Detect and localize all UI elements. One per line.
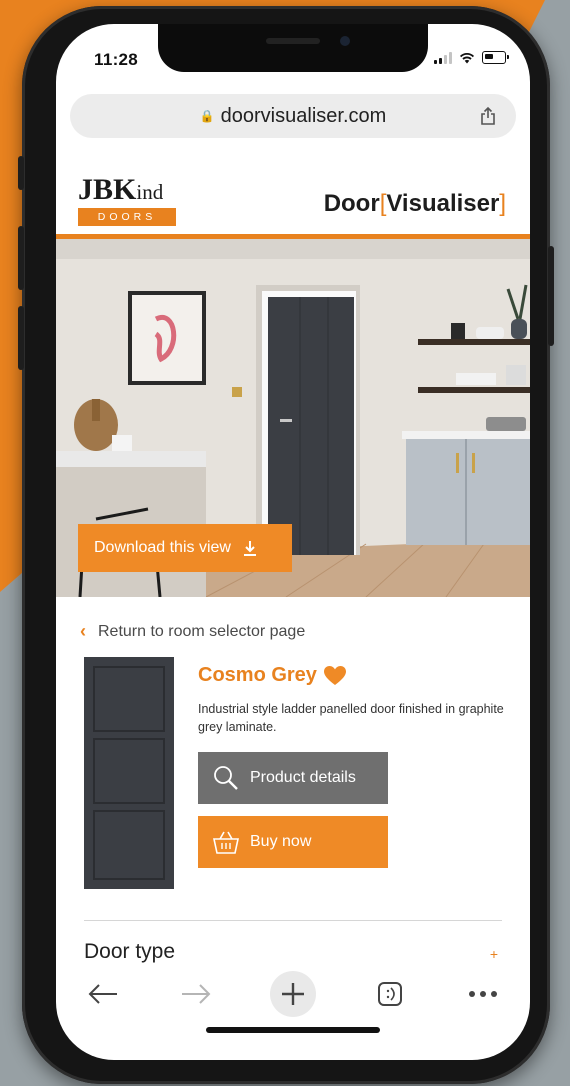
return-to-room-selector-link[interactable]: ‹ Return to room selector page bbox=[80, 621, 305, 642]
url-text: doorvisualiser.com bbox=[220, 104, 387, 127]
status-icons bbox=[434, 51, 509, 64]
share-icon[interactable] bbox=[478, 106, 498, 126]
home-indicator[interactable] bbox=[206, 1027, 380, 1033]
chevron-left-icon: ‹ bbox=[80, 621, 86, 641]
door-type-expand-icon[interactable]: + bbox=[490, 946, 498, 962]
address-bar[interactable]: 🔒 doorvisualiser.com bbox=[70, 94, 516, 138]
mute-switch bbox=[18, 156, 24, 190]
new-tab-plus-icon[interactable] bbox=[269, 971, 316, 1017]
basket-icon bbox=[213, 831, 239, 854]
buy-now-button[interactable]: Buy now bbox=[198, 816, 388, 868]
download-view-label: Download this view bbox=[94, 539, 231, 556]
side-button bbox=[548, 246, 554, 346]
product-description: Industrial style ladder panelled door fi… bbox=[198, 702, 504, 734]
buy-now-label: Buy now bbox=[250, 833, 312, 850]
heart-icon[interactable] bbox=[323, 665, 347, 686]
forward-arrow-icon[interactable] bbox=[176, 974, 216, 1014]
battery-icon bbox=[482, 51, 509, 64]
phone-screen: 11:28 🔒 doorvisualiser.com JBKind DOORS … bbox=[56, 24, 530, 1060]
door-thumbnail bbox=[84, 657, 174, 889]
status-time: 11:28 bbox=[94, 50, 139, 69]
section-divider bbox=[84, 920, 502, 921]
door-visualiser-brand: Door[Visualiser] bbox=[323, 190, 506, 217]
back-arrow-icon[interactable] bbox=[83, 974, 123, 1014]
door-type-heading[interactable]: Door type bbox=[84, 940, 175, 964]
notch bbox=[158, 24, 428, 72]
volume-down-button bbox=[18, 306, 24, 370]
browser-toolbar bbox=[56, 968, 530, 1020]
more-icon[interactable] bbox=[463, 974, 503, 1014]
tabs-icon[interactable] bbox=[370, 974, 410, 1014]
volume-up-button bbox=[18, 226, 24, 290]
product-details-label: Product details bbox=[250, 769, 356, 786]
download-view-button[interactable]: Download this view bbox=[78, 524, 292, 572]
magnifier-icon bbox=[214, 766, 238, 790]
download-icon bbox=[243, 541, 256, 556]
lock-icon: 🔒 bbox=[199, 109, 215, 123]
jbkind-logo[interactable]: JBKind DOORS bbox=[78, 175, 176, 226]
signal-icon bbox=[434, 51, 452, 64]
product-name: Cosmo Grey bbox=[198, 664, 347, 687]
wifi-icon bbox=[460, 52, 474, 63]
return-link-label: Return to room selector page bbox=[98, 622, 306, 640]
product-details-button[interactable]: Product details bbox=[198, 752, 388, 804]
